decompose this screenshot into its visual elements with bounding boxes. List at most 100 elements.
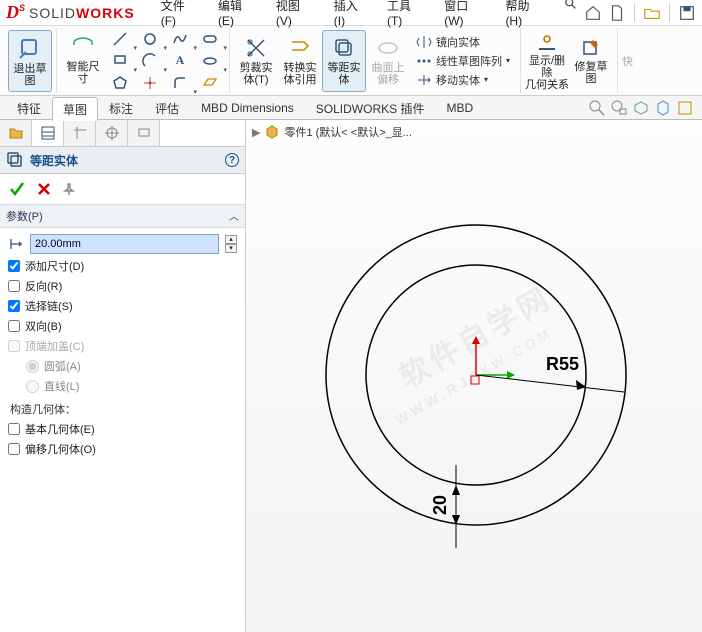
reverse-label: 反向(R) (25, 278, 62, 294)
separator (669, 4, 670, 22)
slot-tool-icon[interactable]: ▾ (195, 28, 225, 50)
distance-spinner[interactable]: ▴▾ (225, 235, 237, 253)
offset-dimension-text[interactable]: 20 (430, 495, 450, 515)
menu-tools[interactable]: 工具(T) (381, 0, 432, 31)
menu-view[interactable]: 视图(V) (270, 0, 322, 31)
tab-sketch[interactable]: 草图 (52, 97, 98, 121)
menu-edit[interactable]: 编辑(E) (212, 0, 264, 31)
property-manager-tab-icon[interactable] (32, 120, 64, 146)
tab-annotate[interactable]: 标注 (98, 96, 144, 120)
tab-evaluate[interactable]: 评估 (144, 96, 190, 120)
app-logo: DS SOLIDWORKS (6, 2, 135, 23)
spin-up-icon[interactable]: ▴ (225, 235, 237, 244)
mirror-button[interactable]: 镜向实体 (416, 34, 510, 50)
spin-down-icon[interactable]: ▾ (225, 244, 237, 253)
menu-insert[interactable]: 插入(I) (328, 0, 375, 31)
save-icon[interactable] (678, 4, 696, 22)
params-section-header[interactable]: 参数(P)︿ (0, 204, 245, 228)
select-chain-label: 选择链(S) (25, 298, 73, 314)
radius-leader (476, 375, 624, 392)
arc-tool-icon[interactable]: ▾ (135, 50, 165, 72)
tab-solidworks-plugin[interactable]: SOLIDWORKS 插件 (305, 96, 436, 120)
linear-pattern-button[interactable]: 线性草图阵列▾ (416, 53, 510, 69)
line-tool-icon[interactable]: ▾ (105, 28, 135, 50)
offset-geom-checkbox[interactable] (8, 443, 20, 455)
collapse-caret-icon: ︿ (229, 208, 239, 224)
origin-marker-icon (471, 376, 479, 384)
reverse-checkbox[interactable] (8, 280, 20, 292)
zoom-area-icon[interactable] (610, 99, 628, 117)
offset-geom-label: 偏移几何体(O) (25, 441, 96, 457)
pm-header: 等距实体 ? (0, 147, 245, 174)
arc-radio (26, 360, 39, 373)
menu-items: 文件(F) 编辑(E) 视图(V) 插入(I) 工具(T) 窗口(W) 帮助(H… (155, 0, 584, 31)
add-dimension-label: 添加尺寸(D) (25, 258, 84, 274)
add-dimension-checkbox[interactable] (8, 260, 20, 272)
menu-search-icon[interactable] (558, 0, 584, 31)
convert-entities-button[interactable]: 转换实 体引用 (278, 30, 322, 92)
app-name: SOLIDWORKS (29, 5, 135, 21)
menu-file[interactable]: 文件(F) (155, 0, 206, 31)
offset-distance-input[interactable] (30, 234, 219, 254)
bidirectional-checkbox[interactable] (8, 320, 20, 332)
cap-ends-label: 顶端加盖(C) (25, 338, 84, 354)
spline-tool-icon[interactable]: ▾ (165, 28, 195, 50)
display-style-icon[interactable] (654, 99, 672, 117)
quick-access-toolbar (584, 4, 696, 22)
pm-title: 等距实体 (30, 152, 78, 169)
construct-geom-label: 构造几何体： (10, 401, 237, 417)
fillet-tool-icon[interactable]: ▾ (165, 72, 195, 94)
ellipse-tool-icon[interactable]: ▾ (195, 50, 225, 72)
ok-button[interactable] (8, 180, 26, 198)
select-chain-checkbox[interactable] (8, 300, 20, 312)
polygon-tool-icon[interactable] (105, 72, 135, 94)
tab-mbd[interactable]: MBD (435, 97, 484, 118)
display-relations-button[interactable]: 显示/删除 几何关系 (525, 30, 569, 92)
view-orientation-icon[interactable] (632, 99, 650, 117)
cap-ends-checkbox (8, 340, 20, 352)
offset-entities-button[interactable]: 等距实 体 (322, 30, 366, 92)
view-toolbar (588, 99, 702, 117)
property-manager-pane: 等距实体 ? 参数(P)︿ ▴▾ 添加尺寸(D) 反向(R) 选择链(S) 双向… (0, 120, 246, 632)
crumb-part-name[interactable]: 零件1 (默认< <默认>_显... (284, 124, 411, 140)
plane-tool-icon[interactable] (195, 72, 225, 94)
new-doc-icon[interactable] (608, 4, 626, 22)
home-icon[interactable] (584, 4, 602, 22)
menu-help[interactable]: 帮助(H) (499, 0, 552, 31)
quick-label: 快 (622, 53, 633, 69)
open-icon[interactable] (643, 4, 661, 22)
display-tab-icon[interactable] (128, 120, 160, 146)
command-tabs: 特征 草图 标注 评估 MBD Dimensions SOLIDWORKS 插件… (0, 96, 702, 120)
text-tool-icon[interactable]: A (165, 50, 195, 72)
zoom-fit-icon[interactable] (588, 99, 606, 117)
tab-mbd-dimensions[interactable]: MBD Dimensions (190, 97, 305, 118)
dimxpert-tab-icon[interactable] (96, 120, 128, 146)
repair-sketch-button[interactable]: 修复草 图 (569, 30, 613, 92)
sketch-canvas: R55 20 (256, 150, 696, 590)
part-icon (264, 124, 280, 140)
crumb-arrow-icon[interactable]: ▶ (252, 126, 260, 139)
config-tab-icon[interactable] (64, 120, 96, 146)
help-icon[interactable]: ? (225, 153, 239, 167)
tab-feature[interactable]: 特征 (6, 96, 52, 120)
origin-x-arrow-icon (507, 371, 515, 379)
pushpin-icon[interactable] (62, 182, 76, 196)
feature-tree-tab-icon[interactable] (0, 120, 32, 146)
move-entities-button[interactable]: 移动实体▾ (416, 72, 510, 88)
logo-mark-icon: DS (6, 2, 25, 23)
base-geom-checkbox[interactable] (8, 423, 20, 435)
cancel-button[interactable] (36, 181, 52, 197)
radius-dimension-text[interactable]: R55 (546, 354, 579, 374)
trim-entities-button[interactable]: 剪裁实 体(T) (234, 30, 278, 92)
rectangle-tool-icon[interactable]: ▾ (105, 50, 135, 72)
smart-dimension-button[interactable]: 智能尺 寸 (61, 30, 105, 92)
point-tool-icon[interactable] (135, 72, 165, 94)
line-radio-label: 直线(L) (44, 378, 79, 394)
graphics-viewport[interactable]: ▶ 零件1 (默认< <默认>_显... 软件自学网 WWW.RJZXW.COM… (246, 120, 702, 632)
offset-on-surface-button: 曲面上 偏移 (366, 30, 410, 92)
exit-sketch-button[interactable]: 退出草 图 (8, 30, 52, 92)
section-view-icon[interactable] (676, 99, 694, 117)
arc-radio-label: 圆弧(A) (44, 358, 81, 374)
circle-tool-icon[interactable]: ▾ (135, 28, 165, 50)
menu-window[interactable]: 窗口(W) (438, 0, 493, 31)
